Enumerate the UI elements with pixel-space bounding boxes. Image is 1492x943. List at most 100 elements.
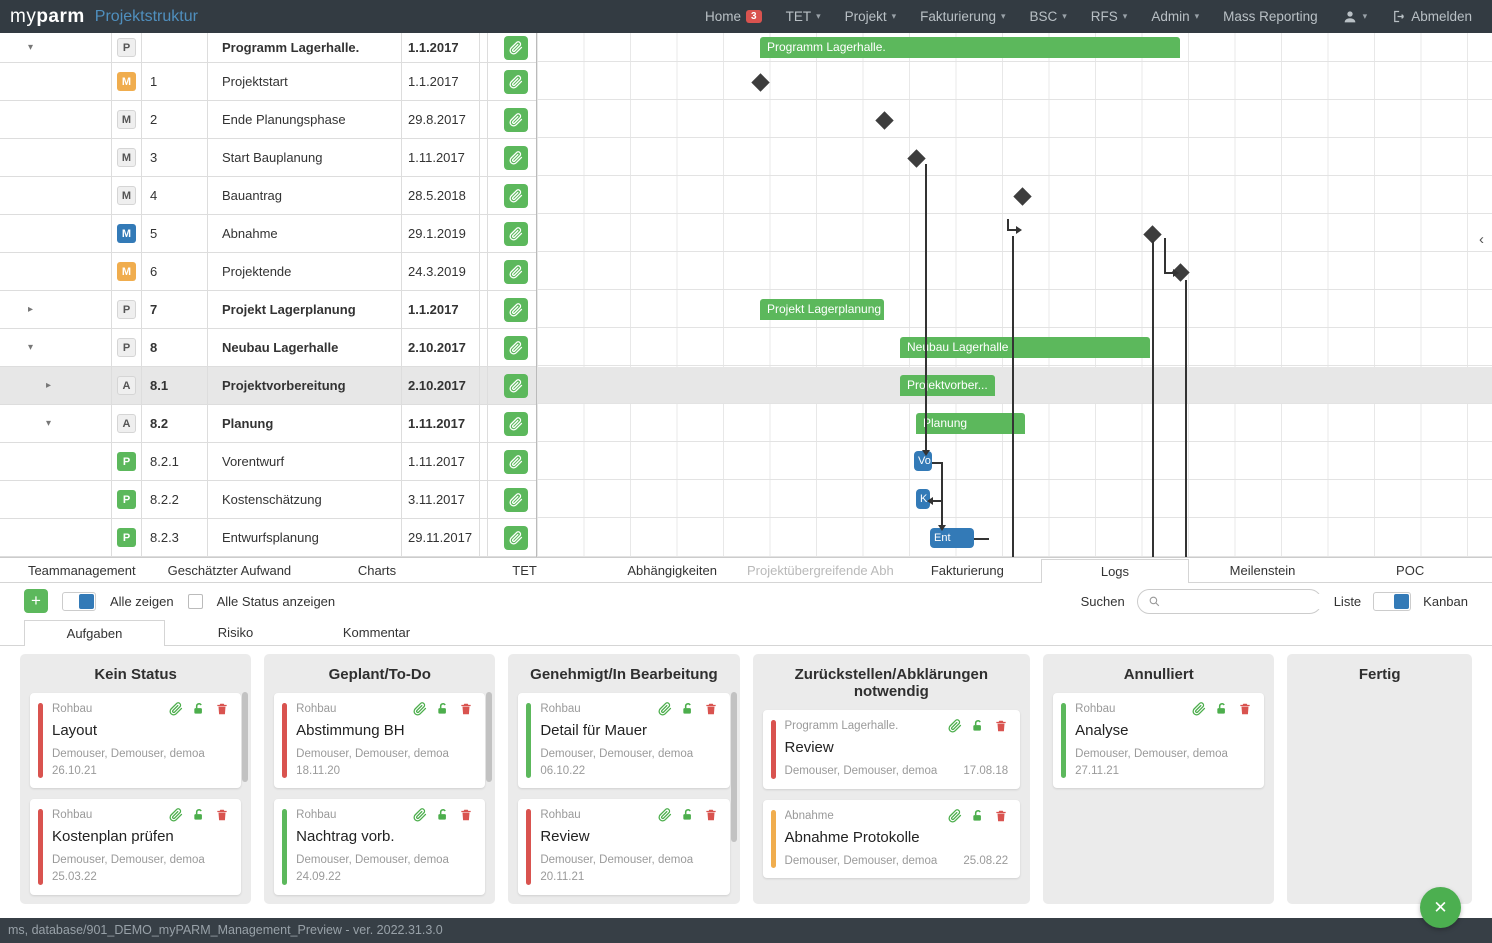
user-menu[interactable]: ▾ [1332, 9, 1378, 25]
attachment-button[interactable] [504, 374, 528, 398]
all-status-checkbox[interactable] [188, 594, 203, 609]
subtab-kommentar[interactable]: Kommentar [306, 619, 447, 645]
unlock-icon[interactable] [192, 702, 206, 716]
kanban-card[interactable]: AbnahmeAbnahme ProtokolleDemouser, Demou… [763, 800, 1021, 879]
paperclip-icon[interactable] [658, 808, 672, 822]
nav-item-mass-reporting[interactable]: Mass Reporting [1213, 9, 1328, 24]
tab-teammanagement[interactable]: Teammanagement [8, 558, 156, 582]
attachment-button[interactable] [504, 36, 528, 60]
kanban-card[interactable]: RohbauLayoutDemouser, Demouser, demoa26.… [30, 693, 241, 788]
kanban-card[interactable]: RohbauAnalyseDemouser, Demouser, demoa27… [1053, 693, 1264, 788]
column-scrollbar[interactable] [486, 692, 492, 782]
subtab-risiko[interactable]: Risiko [165, 619, 306, 645]
collapse-arrow-icon[interactable]: ▾ [46, 418, 51, 429]
paperclip-icon[interactable] [413, 808, 427, 822]
unlock-icon[interactable] [436, 702, 450, 716]
trash-icon[interactable] [994, 719, 1008, 733]
attachment-button[interactable] [504, 298, 528, 322]
paperclip-icon[interactable] [948, 809, 962, 823]
nav-item-projekt[interactable]: Projekt▾ [835, 9, 907, 24]
table-row[interactable]: ▾P8Neubau Lagerhalle2.10.2017 [0, 329, 536, 367]
add-button[interactable]: + [24, 589, 48, 613]
gantt-summary-bar[interactable]: Projektvorber... [900, 375, 995, 396]
show-all-toggle[interactable] [62, 592, 96, 611]
attachment-button[interactable] [504, 146, 528, 170]
kanban-card[interactable]: RohbauKostenplan prüfenDemouser, Demouse… [30, 799, 241, 894]
attachment-button[interactable] [504, 260, 528, 284]
table-row[interactable]: M3Start Bauplanung1.11.2017 [0, 139, 536, 177]
tab-abh-ngigkeiten[interactable]: Abhängigkeiten [598, 558, 746, 582]
table-row[interactable]: M2Ende Planungsphase29.8.2017 [0, 101, 536, 139]
trash-icon[interactable] [459, 808, 473, 822]
paperclip-icon[interactable] [948, 719, 962, 733]
subtab-aufgaben[interactable]: Aufgaben [24, 620, 165, 646]
nav-item-rfs[interactable]: RFS▾ [1081, 9, 1138, 24]
trash-icon[interactable] [215, 808, 229, 822]
attachment-button[interactable] [504, 450, 528, 474]
kanban-card[interactable]: RohbauNachtrag vorb.Demouser, Demouser, … [274, 799, 485, 894]
nav-item-home[interactable]: Home3 [695, 9, 772, 24]
paperclip-icon[interactable] [658, 702, 672, 716]
kanban-card[interactable]: Programm Lagerhalle.ReviewDemouser, Demo… [763, 710, 1021, 789]
close-fab-button[interactable]: ✕ [1420, 887, 1461, 928]
trash-icon[interactable] [215, 702, 229, 716]
unlock-icon[interactable] [1215, 702, 1229, 716]
table-row[interactable]: M5Abnahme29.1.2019 [0, 215, 536, 253]
trash-icon[interactable] [1238, 702, 1252, 716]
paperclip-icon[interactable] [1192, 702, 1206, 716]
table-row[interactable]: ▸P7Projekt Lagerplanung1.1.2017 [0, 291, 536, 329]
trash-icon[interactable] [704, 808, 718, 822]
expand-arrow-icon[interactable]: ▸ [46, 380, 51, 391]
nav-item-admin[interactable]: Admin▾ [1141, 9, 1209, 24]
table-row[interactable]: ▸A8.1Projektvorbereitung2.10.2017 [0, 367, 536, 405]
table-row[interactable]: M4Bauantrag28.5.2018 [0, 177, 536, 215]
paperclip-icon[interactable] [169, 808, 183, 822]
tab-meilenstein[interactable]: Meilenstein [1189, 558, 1337, 582]
attachment-button[interactable] [504, 184, 528, 208]
trash-icon[interactable] [459, 702, 473, 716]
unlock-icon[interactable] [681, 808, 695, 822]
tab-tet[interactable]: TET [451, 558, 599, 582]
expand-arrow-icon[interactable]: ▸ [28, 304, 33, 315]
nav-item-tet[interactable]: TET▾ [776, 9, 831, 24]
tab-charts[interactable]: Charts [303, 558, 451, 582]
unlock-icon[interactable] [681, 702, 695, 716]
app-logo[interactable]: myparm [10, 6, 85, 28]
table-row[interactable]: P8.2.2Kostenschätzung3.11.2017 [0, 481, 536, 519]
trash-icon[interactable] [704, 702, 718, 716]
column-scrollbar[interactable] [731, 692, 737, 842]
tab-fakturierung[interactable]: Fakturierung [894, 558, 1042, 582]
table-row[interactable]: P8.2.1Vorentwurf1.11.2017 [0, 443, 536, 481]
search-input[interactable] [1167, 594, 1343, 609]
table-row[interactable]: M1Projektstart1.1.2017 [0, 63, 536, 101]
kanban-card[interactable]: RohbauAbstimmung BHDemouser, Demouser, d… [274, 693, 485, 788]
collapse-arrow-icon[interactable]: ▾ [28, 342, 33, 353]
column-scrollbar[interactable] [242, 692, 248, 782]
list-kanban-toggle[interactable] [1373, 592, 1411, 611]
nav-item-bsc[interactable]: BSC▾ [1020, 9, 1077, 24]
logout-button[interactable]: Abmelden [1381, 9, 1482, 24]
paperclip-icon[interactable] [413, 702, 427, 716]
gantt-summary-bar[interactable]: Programm Lagerhalle. [760, 37, 1180, 58]
gantt-summary-bar[interactable]: Planung [916, 413, 1025, 434]
trash-icon[interactable] [994, 809, 1008, 823]
collapse-arrow-icon[interactable]: ▾ [28, 42, 33, 53]
tab-poc[interactable]: POC [1336, 558, 1484, 582]
attachment-button[interactable] [504, 70, 528, 94]
unlock-icon[interactable] [436, 808, 450, 822]
table-row[interactable]: ▾A8.2Planung1.11.2017 [0, 405, 536, 443]
unlock-icon[interactable] [971, 719, 985, 733]
attachment-button[interactable] [504, 526, 528, 550]
gantt-summary-bar[interactable]: Neubau Lagerhalle [900, 337, 1150, 358]
table-row[interactable]: P8.2.3Entwurfsplanung29.11.2017 [0, 519, 536, 557]
attachment-button[interactable] [504, 336, 528, 360]
table-row[interactable]: M6Projektende24.3.2019 [0, 253, 536, 291]
table-row[interactable]: ▾PProgramm Lagerhalle.1.1.2017 [0, 33, 536, 63]
kanban-card[interactable]: RohbauReviewDemouser, Demouser, demoa20.… [518, 799, 729, 894]
attachment-button[interactable] [504, 488, 528, 512]
gantt-summary-bar[interactable]: Projekt Lagerplanung [760, 299, 884, 320]
unlock-icon[interactable] [971, 809, 985, 823]
kanban-card[interactable]: RohbauDetail für MauerDemouser, Demouser… [518, 693, 729, 788]
attachment-button[interactable] [504, 222, 528, 246]
paperclip-icon[interactable] [169, 702, 183, 716]
